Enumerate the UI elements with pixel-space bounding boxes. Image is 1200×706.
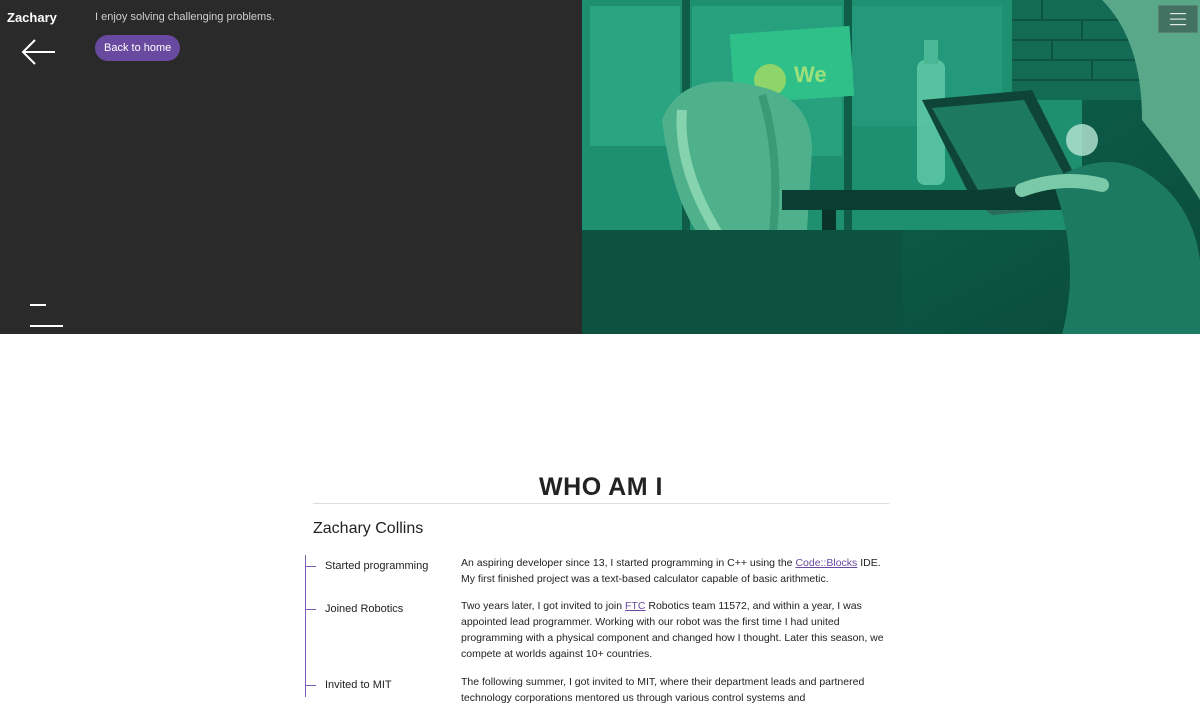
sign-text: We bbox=[794, 62, 827, 87]
timeline-line bbox=[305, 555, 306, 697]
divider bbox=[313, 503, 889, 504]
timeline-description: Two years later, I got invited to join F… bbox=[461, 600, 884, 660]
hamburger-menu-button[interactable] bbox=[1158, 5, 1198, 33]
timeline-description: An aspiring developer since 13, I starte… bbox=[461, 557, 881, 585]
tagline: I enjoy solving challenging problems. bbox=[95, 11, 275, 23]
ftc-link[interactable]: FTC bbox=[625, 600, 645, 612]
brand-name[interactable]: Zachary bbox=[7, 10, 57, 25]
timeline-label: Joined Robotics bbox=[325, 603, 404, 615]
back-to-home-button[interactable]: Back to home bbox=[95, 35, 181, 61]
codeblocks-link[interactable]: Code::Blocks bbox=[795, 557, 857, 569]
menu-icon[interactable] bbox=[30, 304, 64, 350]
timeline-description: The following summer, I got invited to M… bbox=[461, 676, 865, 704]
timeline-label: Started programming bbox=[325, 560, 429, 572]
timeline-label: Invited to MIT bbox=[325, 679, 392, 691]
timeline-tick bbox=[305, 566, 316, 567]
timeline-tick bbox=[305, 609, 316, 610]
back-arrow-icon[interactable] bbox=[20, 38, 58, 66]
hero-image: We bbox=[582, 0, 1200, 334]
person-name: Zachary Collins bbox=[313, 520, 424, 537]
hero-dark-panel bbox=[0, 0, 582, 334]
hamburger-icon bbox=[1170, 13, 1186, 26]
workspace-photo: We bbox=[582, 0, 1200, 334]
section-title: WHO AM I bbox=[539, 473, 663, 501]
timeline-tick bbox=[305, 685, 316, 686]
